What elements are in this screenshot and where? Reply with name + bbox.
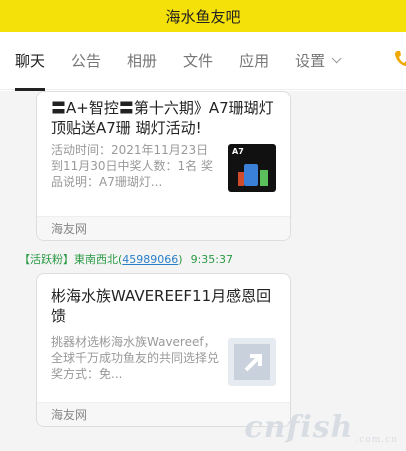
group-title-bar: 海水鱼友吧 — [0, 0, 406, 32]
member-badge: 【活跃粉】 — [19, 253, 74, 266]
tab-bar: 聊天 公告 相册 文件 应用 设置 — [0, 32, 406, 91]
sender-id-link[interactable]: 45989066 — [122, 253, 178, 266]
shared-link-card[interactable]: 彬海水族WAVEREEF11月感恩回馈 挑器材选彬海水族Wavereef，全球千… — [36, 273, 291, 427]
tab-chat[interactable]: 聊天 — [15, 32, 46, 91]
sender-name[interactable]: 東南西北 — [74, 253, 118, 266]
tab-settings[interactable]: 设置 — [295, 32, 342, 90]
card-title: 〓A+智控〓第十六期》A7珊瑚灯顶贴送A7珊 瑚灯活动! — [51, 99, 274, 137]
card-source: 海友网 — [37, 216, 290, 240]
card-description: 活动时间：2021年11月23日到11月30日中奖人数：1名 奖品说明：A7珊瑚… — [51, 143, 213, 189]
share-link-icon — [228, 338, 276, 386]
card-description: 挑器材选彬海水族Wavereef，全球千万成功鱼友的共同选择兑奖方式：免... — [51, 335, 220, 381]
card-title: 彬海水族WAVEREEF11月感恩回馈 — [51, 287, 272, 325]
tab-announcement[interactable]: 公告 — [71, 32, 101, 90]
card-thumbnail: A7 — [228, 144, 276, 192]
tab-apps[interactable]: 应用 — [239, 32, 269, 90]
phone-icon[interactable] — [394, 50, 406, 68]
chat-feed[interactable]: 〓A+智控〓第十六期》A7珊瑚灯顶贴送A7珊 瑚灯活动! 活动时间：2021年1… — [0, 91, 406, 451]
message-sender-line: 【活跃粉】東南西北(45989066) 9:35:37 — [19, 253, 233, 266]
tab-files[interactable]: 文件 — [183, 32, 213, 90]
shared-link-card[interactable]: 〓A+智控〓第十六期》A7珊瑚灯顶贴送A7珊 瑚灯活动! 活动时间：2021年1… — [36, 91, 291, 241]
chevron-down-icon — [331, 53, 342, 64]
message-time: 9:35:37 — [190, 253, 233, 266]
group-title: 海水鱼友吧 — [165, 7, 241, 26]
tab-album[interactable]: 相册 — [127, 32, 157, 90]
site-watermark: cnfish .com.cn — [244, 410, 398, 445]
